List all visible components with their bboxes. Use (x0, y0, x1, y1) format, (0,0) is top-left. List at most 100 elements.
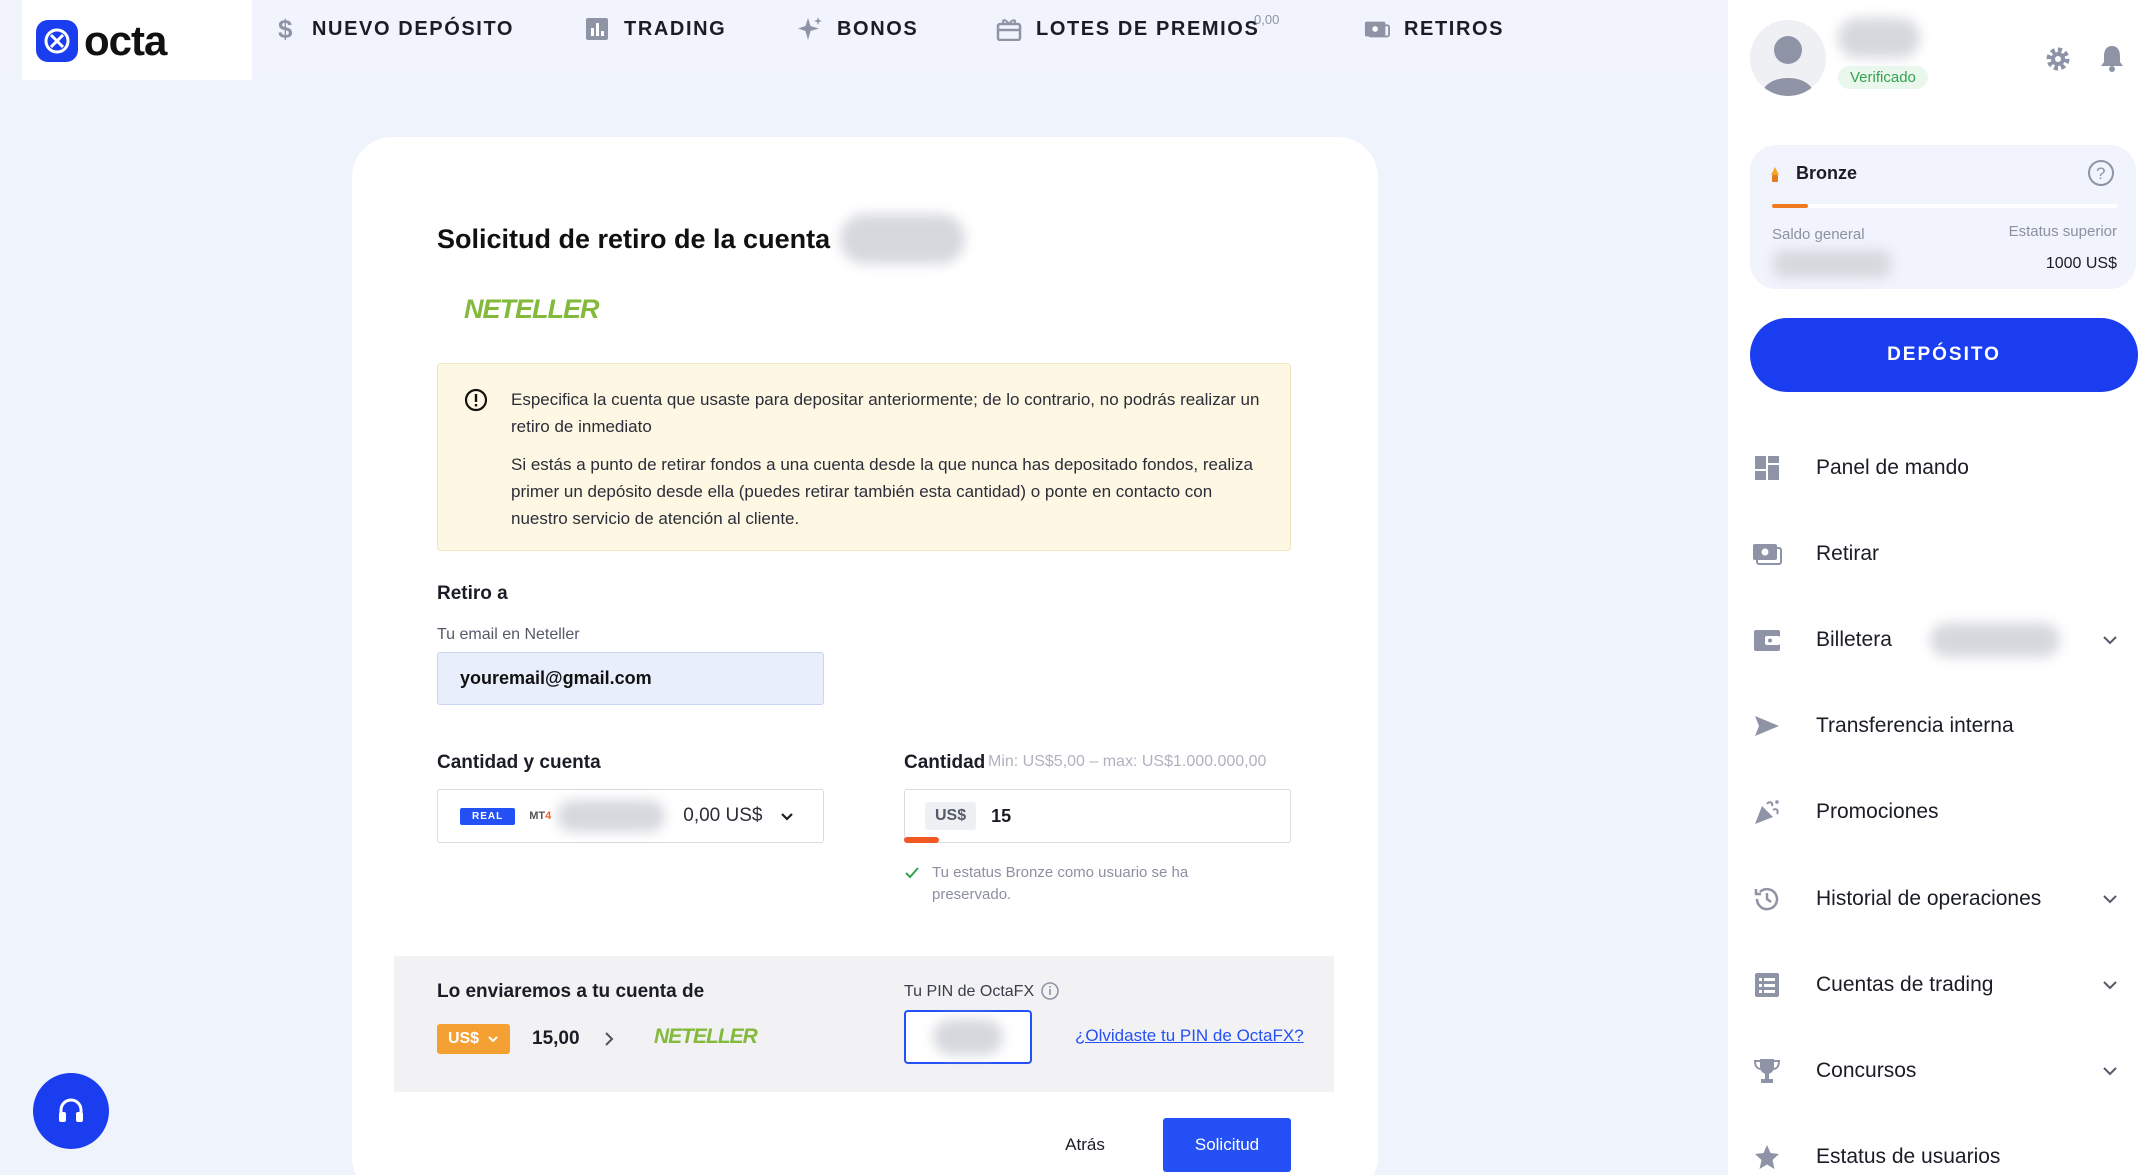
next-status-value: 1000 US$ (2045, 255, 2117, 272)
nav-nuevo-deposito[interactable]: $ NUEVO DEPÓSITO (272, 14, 514, 44)
prize-lots-badge: 0,00 (1254, 12, 1280, 27)
status-level: Bronze (1796, 163, 1858, 183)
amount-limits: Min: US$5,00 – max: US$1.000.000,00 (988, 753, 1267, 770)
pin-redacted (933, 1019, 1003, 1055)
support-button[interactable] (33, 1073, 109, 1149)
octa-logo-icon (36, 20, 78, 62)
svg-text:?: ? (2096, 164, 2105, 183)
status-note: Tu estatus Bronze como usuario se ha pre… (904, 862, 1232, 906)
chevron-down-icon (781, 813, 794, 821)
account-select[interactable]: REAL MT4 0,00 US$ (437, 789, 824, 843)
platform-label: MT4 (529, 810, 552, 822)
party-icon (1752, 797, 1782, 827)
amount-account-label: Cantidad y cuenta (437, 752, 601, 773)
chevron-down-icon (2103, 636, 2117, 645)
trophy-icon (1752, 1056, 1782, 1086)
forgot-pin-link[interactable]: ¿Olvidaste tu PIN de OctaFX? (1075, 1026, 1304, 1046)
account-balance: 0,00 US$ (683, 805, 763, 826)
nav-label: BONOS (837, 17, 919, 40)
chevron-down-icon (2103, 1067, 2117, 1076)
amount-progress (904, 837, 939, 843)
send-amount: 15,00 (532, 1028, 580, 1049)
alert-icon (464, 388, 488, 412)
sidebar-item-estatus-de-usuarios[interactable]: Estatus de usuarios (1752, 1137, 2122, 1175)
nav-label: TRADING (624, 17, 727, 40)
avatar[interactable] (1750, 20, 1826, 96)
withdraw-to-label: Retiro a (437, 583, 508, 604)
nav-bonos[interactable]: BONOS (797, 14, 918, 44)
send-summary (394, 956, 1334, 1092)
dashboard-icon (1752, 453, 1782, 483)
sparkle-icon (797, 16, 823, 42)
nav-lotes-de-premios[interactable]: LOTES DE PREMIOS 0,00 (996, 12, 1279, 44)
sidebar-item-retirar[interactable]: Retirar (1752, 534, 2122, 574)
sidebar-item-promociones[interactable]: Promociones (1752, 792, 2122, 832)
email-value: youremail@gmail.com (460, 668, 652, 688)
warning-box: Especifica la cuenta que usaste para dep… (437, 363, 1291, 551)
warning-text-2: Si estás a punto de retirar fondos a una… (511, 455, 1253, 528)
account-number-redacted (840, 214, 966, 264)
email-field[interactable]: youremail@gmail.com (437, 652, 824, 705)
deposit-button[interactable]: DEPÓSITO (1750, 318, 2138, 392)
amount-label: Cantidad (904, 752, 986, 773)
currency-chip: US$ (925, 802, 977, 830)
dollar-icon: $ (272, 16, 298, 42)
nav-trading[interactable]: TRADING (584, 14, 726, 44)
back-button[interactable]: Atrás (1040, 1132, 1130, 1158)
sidebar-item-concursos[interactable]: Concursos (1752, 1051, 2122, 1091)
info-icon[interactable] (1040, 981, 1060, 1001)
status-progress-track (1772, 204, 2117, 208)
nav-retiros[interactable]: RETIROS (1364, 14, 1504, 44)
headset-icon (59, 1098, 83, 1122)
currency-dropdown[interactable]: US$ (437, 1024, 510, 1054)
wallet-icon (1752, 625, 1782, 655)
next-status-label: Estatus superior (2008, 223, 2117, 240)
nav-label: NUEVO DEPÓSITO (312, 17, 515, 40)
sidebar-item-panel-de-mando[interactable]: Panel de mando (1752, 448, 2122, 488)
list-icon (1752, 970, 1782, 1000)
sidebar-item-cuentas-de-trading[interactable]: Cuentas de trading (1752, 965, 2122, 1005)
chevron-down-icon (488, 1036, 498, 1043)
help-icon[interactable]: ? (2086, 158, 2116, 188)
nav-label: RETIROS (1404, 17, 1505, 40)
status-progress-fill (1772, 204, 1808, 208)
page-title-row: Solicitud de retiro de la cuenta (437, 214, 966, 264)
pin-label: Tu PIN de OctaFX (904, 983, 1035, 1000)
amount-value: 15 (991, 805, 1012, 826)
logo[interactable]: octa (36, 17, 167, 65)
bronze-medal-icon (1771, 167, 1779, 182)
bell-icon[interactable] (2098, 43, 2126, 73)
gear-icon[interactable] (2043, 44, 2073, 74)
neteller-logo-small: NETELLER (654, 1025, 758, 1048)
star-icon (1752, 1142, 1782, 1172)
chart-icon (584, 16, 610, 42)
svg-text:$: $ (278, 16, 294, 42)
logo-text: octa (84, 17, 167, 64)
nav-label: LOTES DE PREMIOS (1036, 17, 1260, 40)
withdraw-icon (1752, 539, 1782, 569)
pin-input[interactable] (904, 1010, 1032, 1064)
check-icon (905, 867, 919, 879)
sidebar-item-billetera[interactable]: Billetera (1752, 620, 2122, 660)
real-badge: REAL (460, 807, 516, 825)
account-id-redacted (557, 800, 666, 832)
wallet-balance-redacted (1929, 623, 2060, 657)
page-title: Solicitud de retiro de la cuenta (437, 223, 831, 254)
chevron-right-icon (605, 1032, 614, 1046)
balance-redacted (1772, 250, 1892, 278)
neteller-logo: NETELLER (464, 294, 600, 324)
user-icon (1762, 36, 1814, 96)
warning-text-1: Especifica la cuenta que usaste para dep… (511, 390, 1260, 436)
send-label: Lo enviaremos a tu cuenta de (437, 981, 705, 1002)
chevron-down-icon (2103, 895, 2117, 904)
username-redacted (1838, 18, 1920, 58)
submit-button[interactable]: Solicitud (1163, 1118, 1291, 1172)
sidebar-item-historial-de-operaciones[interactable]: Historial de operaciones (1752, 879, 2122, 919)
send-icon (1752, 711, 1782, 741)
sidebar-item-transferencia-interna[interactable]: Transferencia interna (1752, 706, 2122, 746)
history-icon (1752, 884, 1782, 914)
amount-input[interactable]: US$ 15 (904, 789, 1291, 843)
gift-icon (996, 16, 1022, 42)
balance-label: Saldo general (1772, 226, 1865, 243)
chevron-down-icon (2103, 981, 2117, 990)
